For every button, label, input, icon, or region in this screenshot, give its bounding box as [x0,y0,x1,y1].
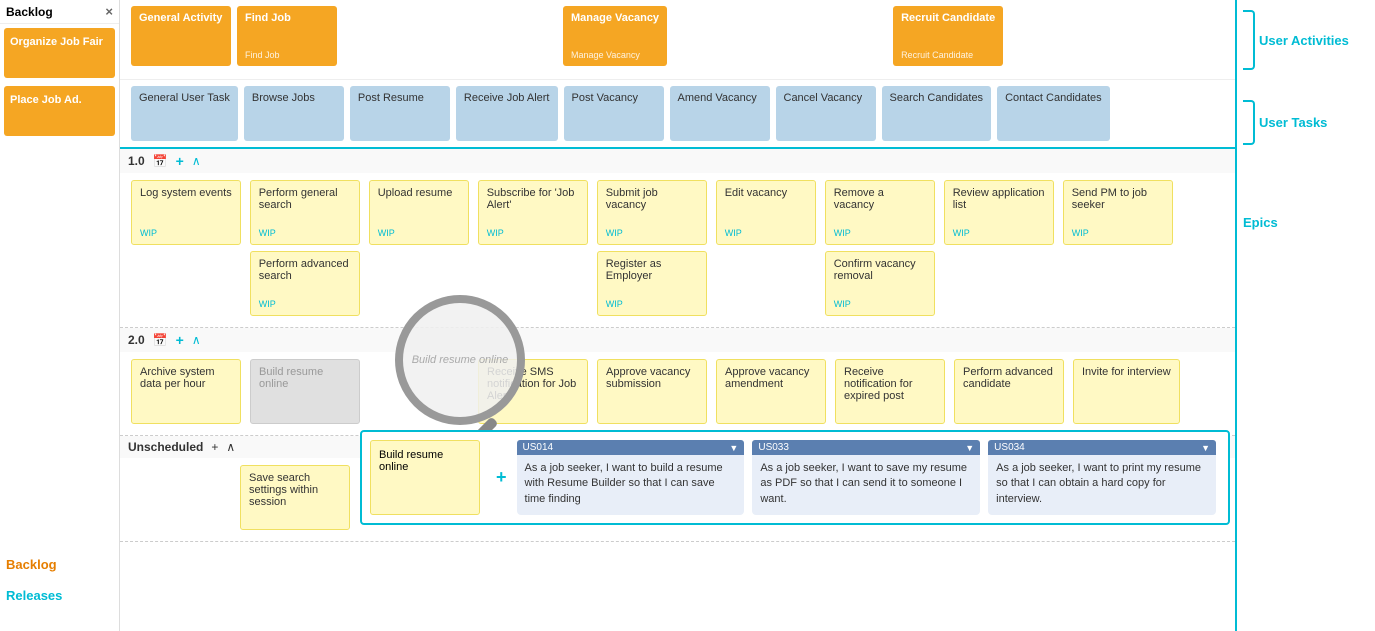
task-0[interactable]: General User Task [131,86,238,141]
task-2[interactable]: Post Resume [350,86,450,141]
unscheduled-label: Unscheduled [128,440,203,454]
user-tasks-section: User Tasks [1243,100,1369,145]
story-approve-submission[interactable]: Approve vacancy submission [597,359,707,424]
epic-sublabel-1: Find Job [245,50,329,60]
popup-story-1[interactable]: US033 ▼ As a job seeker, I want to save … [752,440,980,515]
popup-plus-icon[interactable]: + [490,440,513,515]
epic-sublabel-4: Manage Vacancy [571,50,659,60]
story-2-dropdown[interactable]: ▼ [1201,443,1210,453]
sprint-1-header: 1.0 📅 + ∧ [120,149,1235,173]
story-edit-vacancy[interactable]: Edit vacancy WIP [716,180,816,245]
epics-section: Epics [1243,215,1369,230]
calendar-icon-1: 📅 [153,154,168,168]
story-receive-notification[interactable]: Receive notification for expired post [835,359,945,424]
story-upload-resume[interactable]: Upload resume WIP [369,180,469,245]
sprint-2-caret[interactable]: ∧ [192,333,201,347]
story-send-pm[interactable]: Send PM to job seeker WIP [1063,180,1173,245]
story-register-employer[interactable]: Register as Employer WIP [597,251,707,316]
sprint-2-add[interactable]: + [176,332,184,348]
epic-manage-vacancy[interactable]: Manage Vacancy Manage Vacancy [563,6,667,66]
story-1-dropdown[interactable]: ▼ [965,443,974,453]
close-icon[interactable]: × [105,4,113,19]
story-1-id: US033 [758,442,789,453]
releases-label: Releases [0,580,119,611]
sprint-1-section: 1.0 📅 + ∧ Log system events WIP Perform … [120,149,1235,328]
user-activities-section: User Activities [1243,10,1369,70]
popup-story-0[interactable]: US014 ▼ As a job seeker, I want to build… [517,440,745,515]
sprint-2-number: 2.0 [128,333,145,347]
backlog-title: Backlog [6,5,53,19]
backlog-sidebar: Backlog × Organize Job Fair Place Job Ad… [0,0,120,631]
task-6[interactable]: Cancel Vacancy [776,86,876,141]
story-2-header: US034 ▼ [988,440,1216,455]
story-0-dropdown[interactable]: ▼ [729,443,738,453]
unscheduled-caret[interactable]: ∧ [226,440,235,454]
backlog-label: Backlog [0,549,119,580]
story-approve-amendment[interactable]: Approve vacancy amendment [716,359,826,424]
backlog-header: Backlog × [0,0,119,24]
epic-label-7: Recruit Candidate [901,12,995,24]
epic-recruit-candidate[interactable]: Recruit Candidate Recruit Candidate [893,6,1003,66]
sprint-1-number: 1.0 [128,154,145,168]
story-submit-vacancy[interactable]: Submit job vacancy WIP [597,180,707,245]
story-review-app-list[interactable]: Review application list WIP [944,180,1054,245]
backlog-item-0[interactable]: Organize Job Fair [4,28,115,78]
story-advanced-search[interactable]: Perform advanced search WIP [250,251,360,316]
story-advanced-candidate[interactable]: Perform advanced candidate [954,359,1064,424]
story-1-text: As a job seeker, I want to save my resum… [760,461,972,507]
epic-label-0: General Activity [139,12,223,24]
calendar-icon-2: 📅 [153,333,168,347]
epic-find-job[interactable]: Find Job Find Job [237,6,337,66]
story-2-id: US034 [994,442,1025,453]
sprint-1-cards: Log system events WIP Perform general se… [120,173,1235,327]
brace-tasks [1243,100,1255,145]
sprint-1-caret[interactable]: ∧ [192,154,201,168]
task-4[interactable]: Post Vacancy [564,86,664,141]
epic-general-activity[interactable]: General Activity [131,6,231,66]
story-0-header: US014 ▼ [517,440,745,455]
unscheduled-add[interactable]: + [211,440,218,454]
story-subscribe-job-alert[interactable]: Subscribe for 'Job Alert' WIP [478,180,588,245]
task-1[interactable]: Browse Jobs [244,86,344,141]
popup-overlay: Build resume online + US014 ▼ As a job s… [360,430,1230,525]
main-board: General Activity Find Job Find Job Manag… [120,0,1235,631]
sprint-1-add[interactable]: + [176,153,184,169]
user-activities-label: User Activities [1259,33,1357,48]
task-8[interactable]: Contact Candidates [997,86,1110,141]
task-3[interactable]: Receive Job Alert [456,86,558,141]
popup-main-card[interactable]: Build resume online [370,440,480,515]
epics-label: Epics [1243,215,1286,230]
story-archive-system[interactable]: Archive system data per hour [131,359,241,424]
user-tasks-label: User Tasks [1259,115,1335,130]
story-confirm-vacancy[interactable]: Confirm vacancy removal WIP [825,251,935,316]
popup-story-2[interactable]: US034 ▼ As a job seeker, I want to print… [988,440,1216,515]
epic-label-4: Manage Vacancy [571,12,659,24]
story-0-id: US014 [523,442,554,453]
sprint-2-cards: Archive system data per hour Build resum… [120,352,1235,435]
epic-sublabel-7: Recruit Candidate [901,50,995,60]
story-0-text: As a job seeker, I want to build a resum… [525,461,737,507]
story-sms-notification[interactable]: Receive SMS notification for Job Alert [478,359,588,424]
story-invite-interview[interactable]: Invite for interview [1073,359,1180,424]
story-build-resume-sprint2[interactable]: Build resume online [250,359,360,424]
right-panel: User Activities User Tasks Epics [1235,0,1375,631]
epic-label-1: Find Job [245,12,329,24]
task-5[interactable]: Amend Vacancy [670,86,770,141]
popup-card-text: Build resume online [379,449,443,473]
story-remove-vacancy[interactable]: Remove a vacancy WIP [825,180,935,245]
story-log-system[interactable]: Log system events WIP [131,180,241,245]
story-1-header: US033 ▼ [752,440,980,455]
story-2-text: As a job seeker, I want to print my resu… [996,461,1208,507]
tasks-row: General User Task Browse Jobs Post Resum… [120,80,1235,149]
backlog-item-1[interactable]: Place Job Ad. [4,86,115,136]
sprint-2-section: 2.0 📅 + ∧ Archive system data per hour B… [120,328,1235,436]
brace-activities [1243,10,1255,70]
story-save-search[interactable]: Save search settings within session [240,465,350,530]
story-general-search[interactable]: Perform general search WIP [250,180,360,245]
task-7[interactable]: Search Candidates [882,86,992,141]
sprint-2-header: 2.0 📅 + ∧ [120,328,1235,352]
epics-row: General Activity Find Job Find Job Manag… [120,0,1235,80]
